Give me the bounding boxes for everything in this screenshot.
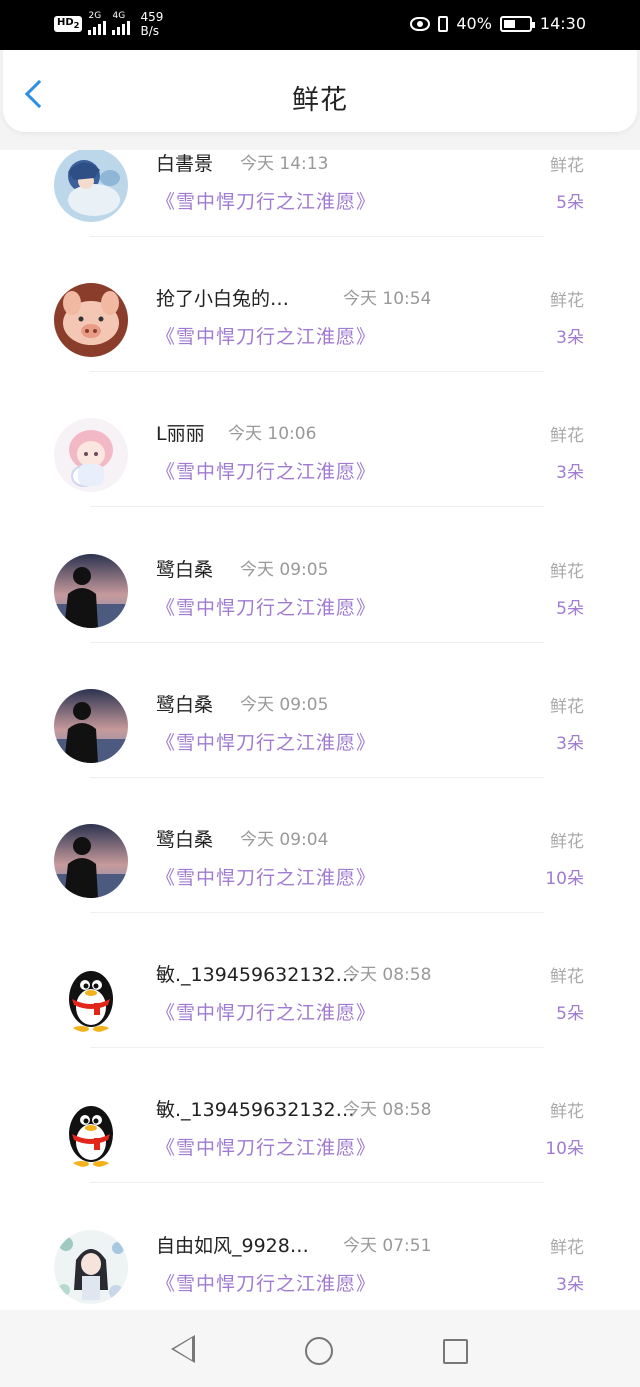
gift-type: 鲜花 bbox=[550, 156, 584, 176]
row-divider bbox=[90, 1182, 544, 1184]
book-title-link[interactable]: 《雪中悍刀行之江淮愿》 bbox=[156, 998, 376, 1025]
timestamp: 今天 09:05 bbox=[240, 694, 329, 715]
list-item[interactable]: 白書景 今天 14:13 《雪中悍刀行之江淮愿》 鲜花 5朵 bbox=[0, 150, 640, 283]
user-name[interactable]: 鹭白桑 bbox=[156, 825, 213, 852]
user-name[interactable]: 白書景 bbox=[156, 150, 213, 176]
header: 鲜花 bbox=[3, 50, 637, 132]
user-name[interactable]: 敏._139459632132… bbox=[156, 1095, 355, 1122]
net-speed-unit: B/s bbox=[140, 24, 159, 38]
nav-recents-icon[interactable] bbox=[443, 1339, 468, 1364]
signal-bars-icon bbox=[112, 21, 131, 35]
hd-label: HD bbox=[57, 17, 74, 28]
header-wrap: 鲜花 bbox=[0, 50, 640, 150]
gift-type: 鲜花 bbox=[550, 1237, 584, 1258]
status-right: 40% 14:30 bbox=[410, 14, 586, 33]
timestamp: 今天 08:58 bbox=[343, 965, 432, 986]
net-speed-value: 459 bbox=[140, 10, 164, 24]
signal-bars-icon bbox=[88, 21, 107, 35]
list-item[interactable]: L丽丽 今天 10:06 《雪中悍刀行之江淮愿》 鲜花 3朵 bbox=[0, 418, 640, 553]
gift-type: 鲜花 bbox=[550, 832, 584, 852]
book-title-link[interactable]: 《雪中悍刀行之江淮愿》 bbox=[156, 457, 376, 484]
signal-2g: 2G bbox=[88, 11, 107, 35]
list-item[interactable]: 自由如风_9928… 今天 07:51 《雪中悍刀行之江淮愿》 鲜花 3朵 bbox=[0, 1229, 640, 1310]
nav-back-icon[interactable] bbox=[171, 1335, 195, 1363]
user-name[interactable]: L丽丽 bbox=[156, 419, 205, 446]
list-item[interactable]: 鹭白桑 今天 09:05 《雪中悍刀行之江淮愿》 鲜花 5朵 bbox=[0, 553, 640, 689]
status-time: 14:30 bbox=[539, 14, 586, 33]
list-item[interactable]: 敏._139459632132… 今天 08:58 《雪中悍刀行之江淮愿》 鲜花 10朵 bbox=[0, 1094, 640, 1229]
gift-list[interactable]: 白書景 今天 14:13 《雪中悍刀行之江淮愿》 鲜花 5朵 抢了小白兔的… 今天 10:… bbox=[0, 150, 640, 1310]
battery-percent: 40% bbox=[456, 14, 492, 33]
row-divider bbox=[90, 1047, 544, 1049]
list-item[interactable]: 鹭白桑 今天 09:05 《雪中悍刀行之江淮愿》 鲜花 3朵 bbox=[0, 688, 640, 824]
row-divider bbox=[90, 776, 544, 778]
qq-penguin-avatar[interactable] bbox=[54, 1094, 128, 1169]
timestamp: 今天 10:06 bbox=[228, 424, 317, 445]
silhouette-avatar[interactable] bbox=[54, 688, 128, 763]
system-nav-bar bbox=[0, 1310, 640, 1387]
silhouette-avatar[interactable] bbox=[54, 553, 128, 628]
status-bar: HD2 2G 4G 459 B/s 40% 14:30 bbox=[0, 0, 640, 50]
book-title-link[interactable]: 《雪中悍刀行之江淮愿》 bbox=[156, 1133, 376, 1160]
anime-boy-avatar[interactable] bbox=[54, 150, 128, 222]
user-name[interactable]: 敏._139459632132… bbox=[156, 960, 355, 987]
user-name[interactable]: 自由如风_9928… bbox=[156, 1231, 309, 1258]
net-speed: 459 B/s bbox=[140, 10, 163, 38]
gift-type: 鲜花 bbox=[550, 967, 584, 988]
gift-type: 鲜花 bbox=[550, 1102, 584, 1123]
list-item[interactable]: 鹭白桑 今天 09:04 《雪中悍刀行之江淮愿》 鲜花 10朵 bbox=[0, 824, 640, 959]
gift-type: 鲜花 bbox=[550, 561, 584, 582]
timestamp: 今天 07:51 bbox=[343, 1235, 432, 1256]
vibrate-icon bbox=[438, 15, 449, 32]
book-title-link[interactable]: 《雪中悍刀行之江淮愿》 bbox=[156, 1269, 376, 1296]
row-divider bbox=[90, 641, 544, 643]
gift-count: 10朵 bbox=[545, 869, 584, 889]
row-divider bbox=[90, 371, 544, 373]
silhouette-avatar[interactable] bbox=[54, 824, 128, 898]
list-item[interactable]: 敏._139459632132… 今天 08:58 《雪中悍刀行之江淮愿》 鲜花 5朵 bbox=[0, 959, 640, 1094]
status-left: HD2 2G 4G 459 B/s bbox=[54, 10, 163, 38]
timestamp: 今天 09:05 bbox=[240, 559, 329, 580]
gift-count: 5朵 bbox=[556, 598, 584, 619]
nav-home-icon[interactable] bbox=[305, 1337, 333, 1365]
list-item[interactable]: 抢了小白兔的… 今天 10:54 《雪中悍刀行之江淮愿》 鲜花 3朵 bbox=[0, 283, 640, 418]
hd-sub: 2 bbox=[73, 20, 80, 30]
row-divider bbox=[90, 506, 544, 508]
book-title-link[interactable]: 《雪中悍刀行之江淮愿》 bbox=[156, 863, 376, 890]
gift-count: 5朵 bbox=[556, 193, 584, 213]
gift-count: 3朵 bbox=[556, 733, 584, 754]
battery-icon bbox=[499, 15, 535, 32]
user-name[interactable]: 鹭白桑 bbox=[156, 690, 213, 717]
book-title-link[interactable]: 《雪中悍刀行之江淮愿》 bbox=[156, 322, 376, 349]
gift-count: 3朵 bbox=[556, 1274, 584, 1295]
hd-badge: HD2 bbox=[54, 16, 83, 32]
timestamp: 今天 14:13 bbox=[240, 154, 329, 174]
timestamp: 今天 09:04 bbox=[240, 830, 329, 850]
book-title-link[interactable]: 《雪中悍刀行之江淮愿》 bbox=[156, 593, 376, 620]
piglet-avatar[interactable] bbox=[54, 283, 128, 358]
signal-4g: 4G bbox=[112, 11, 131, 35]
eye-icon bbox=[410, 16, 431, 31]
user-name[interactable]: 鹭白桑 bbox=[156, 555, 213, 582]
gift-count: 10朵 bbox=[545, 1139, 584, 1160]
gift-count: 5朵 bbox=[556, 1004, 584, 1025]
qq-penguin-avatar[interactable] bbox=[54, 959, 128, 1034]
gift-type: 鲜花 bbox=[550, 426, 584, 447]
row-divider bbox=[90, 236, 544, 237]
book-title-link[interactable]: 《雪中悍刀行之江淮愿》 bbox=[156, 728, 376, 755]
book-title-link[interactable]: 《雪中悍刀行之江淮愿》 bbox=[156, 187, 376, 214]
signal-2g-label: 2G bbox=[88, 11, 102, 21]
anime-girl-avatar[interactable] bbox=[54, 418, 128, 493]
gift-type: 鲜花 bbox=[550, 291, 584, 312]
row-divider bbox=[90, 912, 544, 913]
signal-4g-label: 4G bbox=[112, 11, 126, 21]
gift-type: 鲜花 bbox=[550, 696, 584, 717]
anime-girl-flowers-avatar[interactable] bbox=[54, 1229, 128, 1304]
gift-count: 3朵 bbox=[556, 463, 584, 484]
timestamp: 今天 10:54 bbox=[343, 289, 432, 310]
user-name[interactable]: 抢了小白兔的… bbox=[156, 284, 289, 311]
timestamp: 今天 08:58 bbox=[343, 1100, 432, 1121]
gift-count: 3朵 bbox=[556, 328, 584, 349]
page-title: 鲜花 bbox=[292, 85, 348, 116]
